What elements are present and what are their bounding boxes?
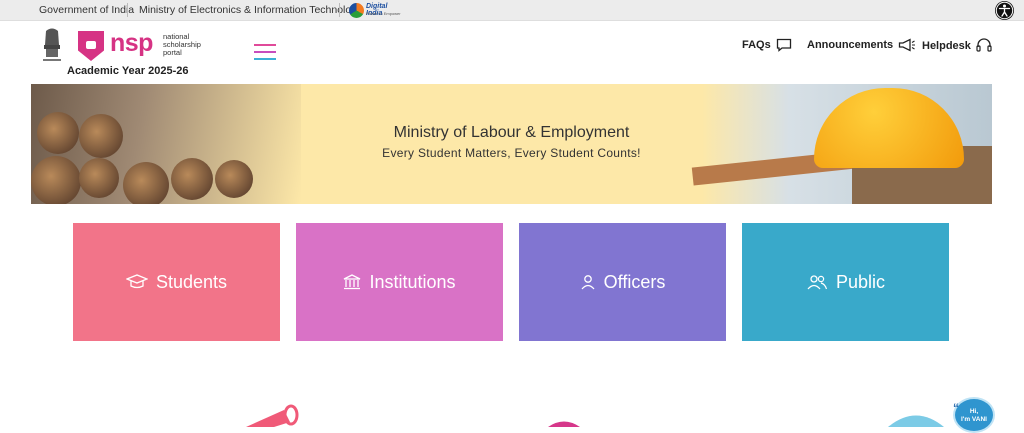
divider	[339, 3, 340, 17]
government-of-india-link[interactable]: Government of India	[39, 4, 134, 16]
chatbot-name: I'm VANI	[961, 416, 987, 423]
decorative-shape-icon	[548, 421, 580, 427]
top-bar: Government of India Ministry of Electron…	[0, 0, 1024, 21]
banner-subtitle: Every Student Matters, Every Student Cou…	[382, 146, 641, 160]
institutions-card[interactable]: Institutions	[296, 223, 503, 341]
national-emblem-icon	[40, 27, 64, 65]
graduation-cap-icon	[125, 274, 148, 289]
chatbot-vani-button[interactable]: “ Hi, I'm VANI	[953, 397, 995, 433]
accessibility-icon[interactable]	[995, 1, 1014, 20]
announcements-link[interactable]: Announcements	[807, 38, 916, 52]
institution-building-icon	[344, 274, 361, 290]
nsp-shield-icon	[78, 31, 104, 61]
nsp-brand-sub: national scholarship portal	[163, 32, 201, 57]
helpdesk-link[interactable]: Helpdesk	[922, 38, 992, 53]
menu-toggle-icon[interactable]	[254, 43, 276, 63]
public-label: Public	[835, 271, 886, 292]
users-icon	[807, 275, 828, 290]
helpdesk-label: Helpdesk	[922, 39, 971, 52]
announcements-label: Announcements	[807, 39, 894, 51]
digital-india-tagline: Power To Empower	[366, 11, 401, 16]
students-card[interactable]: Students	[73, 223, 280, 341]
chatbot-greeting: Hi,	[969, 408, 979, 415]
user-icon	[581, 275, 595, 290]
banner-title: Ministry of Labour & Employment	[393, 124, 630, 141]
students-label: Students	[155, 271, 228, 292]
academic-year: Academic Year 2025-26	[67, 65, 189, 77]
faqs-link[interactable]: FAQs	[742, 38, 792, 52]
chat-icon	[776, 38, 791, 52]
megaphone-icon	[899, 38, 916, 52]
officers-card[interactable]: Officers	[519, 223, 726, 341]
institutions-label: Institutions	[369, 271, 456, 292]
digital-india-logo[interactable]: Digital India Power To Empower	[349, 2, 403, 19]
faqs-label: FAQs	[742, 39, 771, 51]
divider	[127, 3, 128, 17]
digital-india-icon	[349, 3, 364, 18]
decorative-circle-icon	[888, 415, 944, 427]
site-header: nsp national scholarship portal Academic…	[0, 21, 1024, 83]
headset-icon	[976, 38, 992, 52]
public-card[interactable]: Public	[742, 223, 949, 341]
hero-banner: Ministry of Labour & Employment Every St…	[31, 84, 992, 204]
officers-label: Officers	[603, 271, 666, 292]
nsp-brand: nsp	[110, 29, 153, 57]
megaphone-illustration-icon	[246, 404, 299, 427]
meity-link[interactable]: Ministry of Electronics & Information Te…	[139, 4, 362, 16]
